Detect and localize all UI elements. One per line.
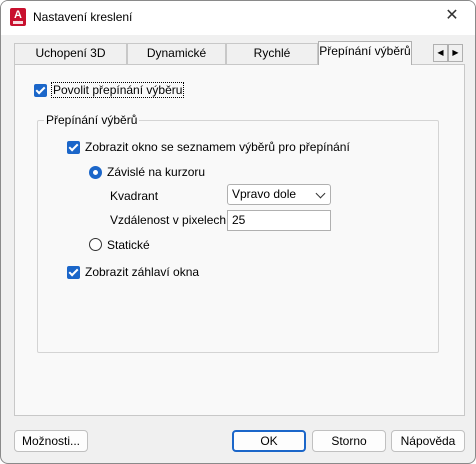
group-title: Přepínání výběrů [44,113,140,127]
show-title-bar-checkbox[interactable] [67,266,80,279]
cursor-dependent-label[interactable]: Závislé na kurzoru [107,165,205,179]
tab-3d-object-snap[interactable]: Uchopení 3D objektů [14,43,127,79]
tab-scroll-left-icon[interactable]: ◀ [433,44,448,62]
quadrant-select[interactable]: Vpravo dole [227,184,331,205]
selection-cycling-group: Přepínání výběrů Zobrazit okno se seznam… [37,113,439,353]
cursor-dependent-radio[interactable] [89,166,102,179]
enable-selection-cycling-checkbox[interactable] [34,84,47,97]
tab-selection-cycling[interactable]: Přepínání výběrů [318,41,412,65]
cancel-button[interactable]: Storno [312,430,386,452]
tab-dynamic-input[interactable]: Dynamické zadání [127,43,226,79]
show-list-box-checkbox[interactable] [67,141,80,154]
static-label[interactable]: Statické [107,238,150,252]
tab-quick-properties[interactable]: Rychlé vlastnosti [226,43,318,79]
help-button[interactable]: Nápověda [391,430,465,452]
show-list-box-label[interactable]: Zobrazit okno se seznamem výběrů pro pře… [85,140,350,154]
distance-label: Vzdálenost v pixelech [110,213,227,227]
quadrant-value: Vpravo dole [232,187,297,201]
distance-input[interactable]: 25 [227,210,331,231]
tab-strip: Uchopení 3D objektů Dynamické zadání Ryc… [14,41,464,79]
close-icon[interactable]: ✕ [429,1,475,33]
autocad-app-icon: A [10,8,26,26]
tab-scroll-right-icon[interactable]: ▶ [448,44,463,62]
window-title: Nastavení kreslení [33,10,133,24]
chevron-down-icon [315,188,326,199]
ok-button[interactable]: OK [232,430,306,452]
dialog-window: A Nastavení kreslení ✕ Uchopení 3D objek… [0,0,476,464]
title-bar: A Nastavení kreslení ✕ [1,1,475,35]
enable-selection-cycling-label[interactable]: Povolit přepínání výběru [51,82,185,98]
options-button[interactable]: Možnosti... [14,430,88,452]
show-title-bar-label[interactable]: Zobrazit záhlaví okna [85,265,199,279]
app-icon-letter: A [14,9,22,21]
quadrant-label: Kvadrant [110,189,159,203]
static-radio[interactable] [89,238,102,251]
tab-panel-selection-cycling: Povolit přepínání výběru Přepínání výběr… [14,64,465,416]
